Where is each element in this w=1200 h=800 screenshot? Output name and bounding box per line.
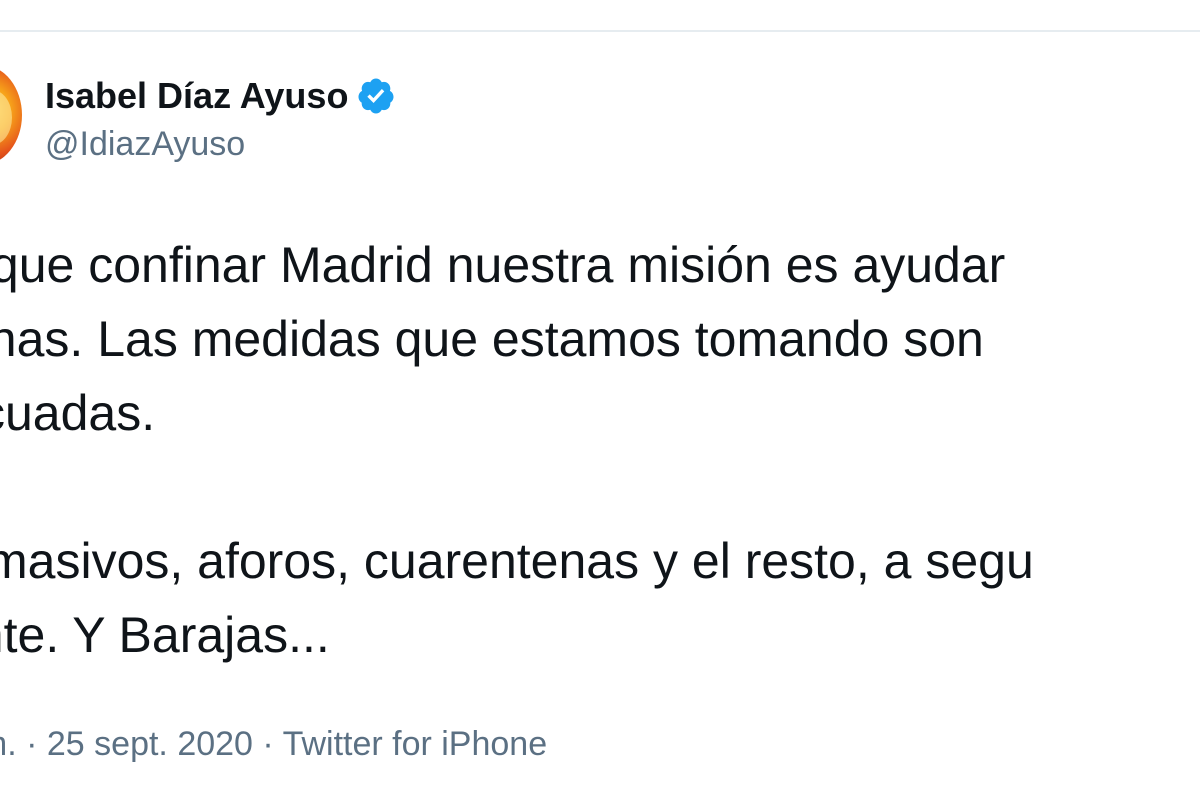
tweet-text-line: s que confinar Madrid nuestra misión es … <box>0 237 1006 293</box>
tweet-text-line: ante. Y Barajas... <box>0 607 330 663</box>
tweet-text-line: cuadas. <box>0 385 156 441</box>
tweet-author: Isabel Díaz Ayuso @IdiazAyuso <box>45 72 396 168</box>
author-display-name[interactable]: Isabel Díaz Ayuso <box>45 72 348 120</box>
tweet-text-line: masivos, aforos, cuarentenas y el resto,… <box>0 533 1034 589</box>
tweet-page: Isabel Díaz Ayuso @IdiazAyuso s que conf… <box>0 0 1200 800</box>
tweet-source[interactable]: Twitter for iPhone <box>283 725 548 763</box>
tweet-text: s que confinar Madrid nuestra misión es … <box>0 228 1200 672</box>
author-avatar[interactable] <box>0 65 22 165</box>
meta-separator: · <box>252 725 283 763</box>
tweet-time[interactable]: . m. <box>0 725 17 763</box>
top-divider <box>0 30 1200 32</box>
verified-badge-icon <box>356 76 396 116</box>
tweet-meta: . m. · 25 sept. 2020 · Twitter for iPhon… <box>0 720 547 768</box>
author-name-row: Isabel Díaz Ayuso <box>45 72 396 120</box>
meta-separator: · <box>16 725 47 763</box>
tweet-text-line: sonas. Las medidas que estamos tomando s… <box>0 311 984 367</box>
author-handle[interactable]: @IdiazAyuso <box>45 120 396 168</box>
tweet-date[interactable]: 25 sept. 2020 <box>47 725 253 763</box>
